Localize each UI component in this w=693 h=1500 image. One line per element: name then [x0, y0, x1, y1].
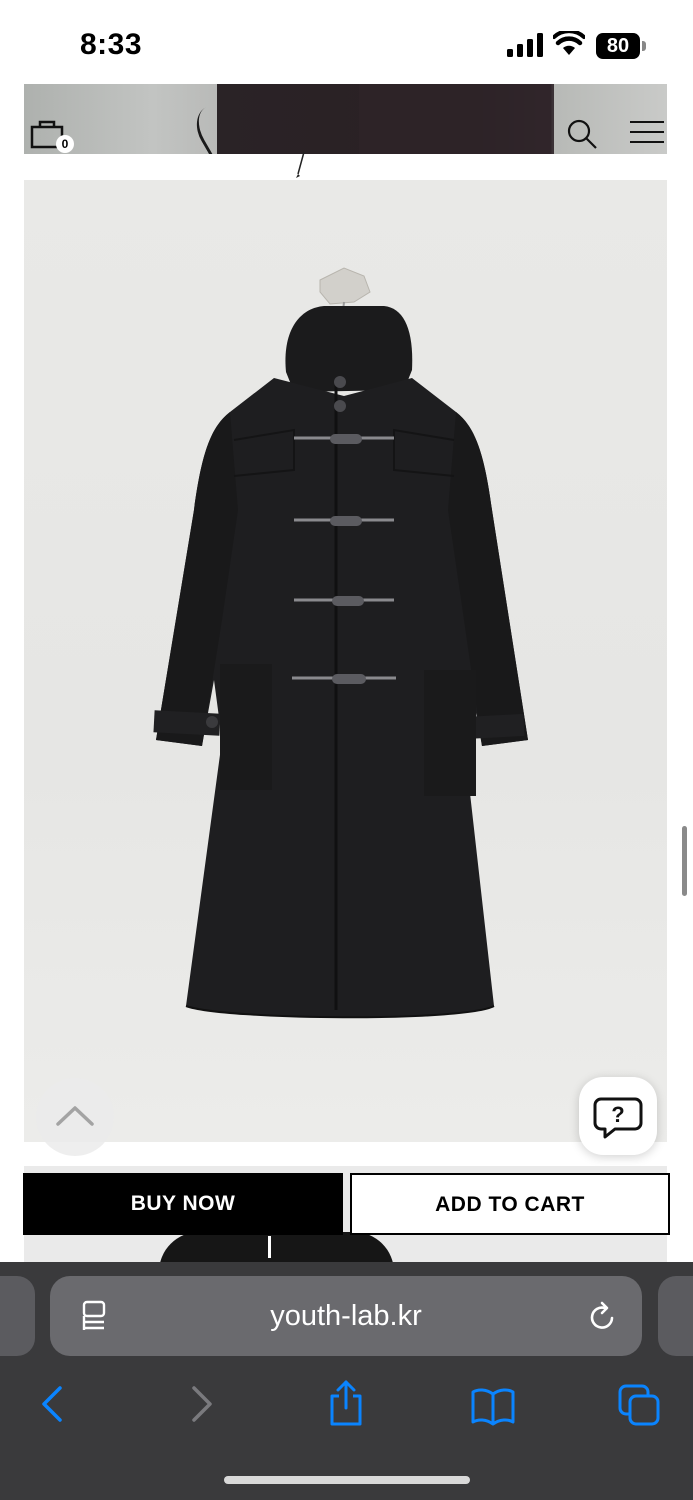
- browser-toolbar: [0, 1372, 693, 1452]
- battery-indicator: 80: [596, 33, 646, 59]
- cart-count-badge: 0: [56, 135, 74, 153]
- status-time: 8:33: [80, 28, 143, 61]
- tabs-icon[interactable]: [616, 1382, 662, 1428]
- site-header: 0: [24, 84, 667, 154]
- reload-icon[interactable]: [588, 1300, 618, 1332]
- scroll-to-top-button[interactable]: [36, 1078, 114, 1156]
- address-bar[interactable]: youth-lab.kr: [50, 1276, 642, 1356]
- scrollbar-thumb[interactable]: [682, 826, 687, 896]
- back-icon[interactable]: [36, 1384, 68, 1424]
- chevron-up-icon: [56, 1106, 94, 1126]
- forward-icon[interactable]: [186, 1384, 218, 1424]
- bookmarks-icon[interactable]: [470, 1386, 516, 1426]
- question-chat-icon: ?: [593, 1097, 643, 1139]
- home-indicator: [224, 1476, 470, 1484]
- cart-button[interactable]: 0: [28, 115, 74, 154]
- buy-now-button[interactable]: BUY NOW: [23, 1173, 343, 1235]
- hanger-hook-detail: [296, 151, 305, 178]
- header-banner-image: [359, 84, 554, 154]
- page-menu-icon[interactable]: [80, 1300, 108, 1334]
- help-chat-button[interactable]: ?: [579, 1077, 657, 1155]
- add-to-cart-button[interactable]: ADD TO CART: [350, 1173, 670, 1235]
- search-icon[interactable]: [566, 118, 598, 150]
- cellular-signal-icon: [507, 33, 543, 57]
- status-bar: 8:33 80: [0, 0, 693, 84]
- next-tab-preview[interactable]: [658, 1276, 693, 1356]
- wifi-icon: [553, 31, 585, 55]
- product-image[interactable]: [24, 180, 667, 1142]
- svg-text:?: ?: [611, 1102, 624, 1127]
- menu-icon[interactable]: [628, 119, 666, 147]
- battery-nub: [642, 41, 646, 51]
- next-coat-preview: [159, 1232, 394, 1262]
- battery-level: 80: [596, 33, 640, 59]
- previous-tab-preview[interactable]: [0, 1276, 35, 1356]
- coat-illustration: [153, 267, 528, 1019]
- header-banner-detail: [187, 97, 251, 154]
- url-text[interactable]: youth-lab.kr: [150, 1276, 542, 1356]
- share-icon[interactable]: [326, 1378, 366, 1428]
- next-hanger-hook: [268, 1236, 271, 1258]
- browser-chrome: youth-lab.kr: [0, 1262, 693, 1500]
